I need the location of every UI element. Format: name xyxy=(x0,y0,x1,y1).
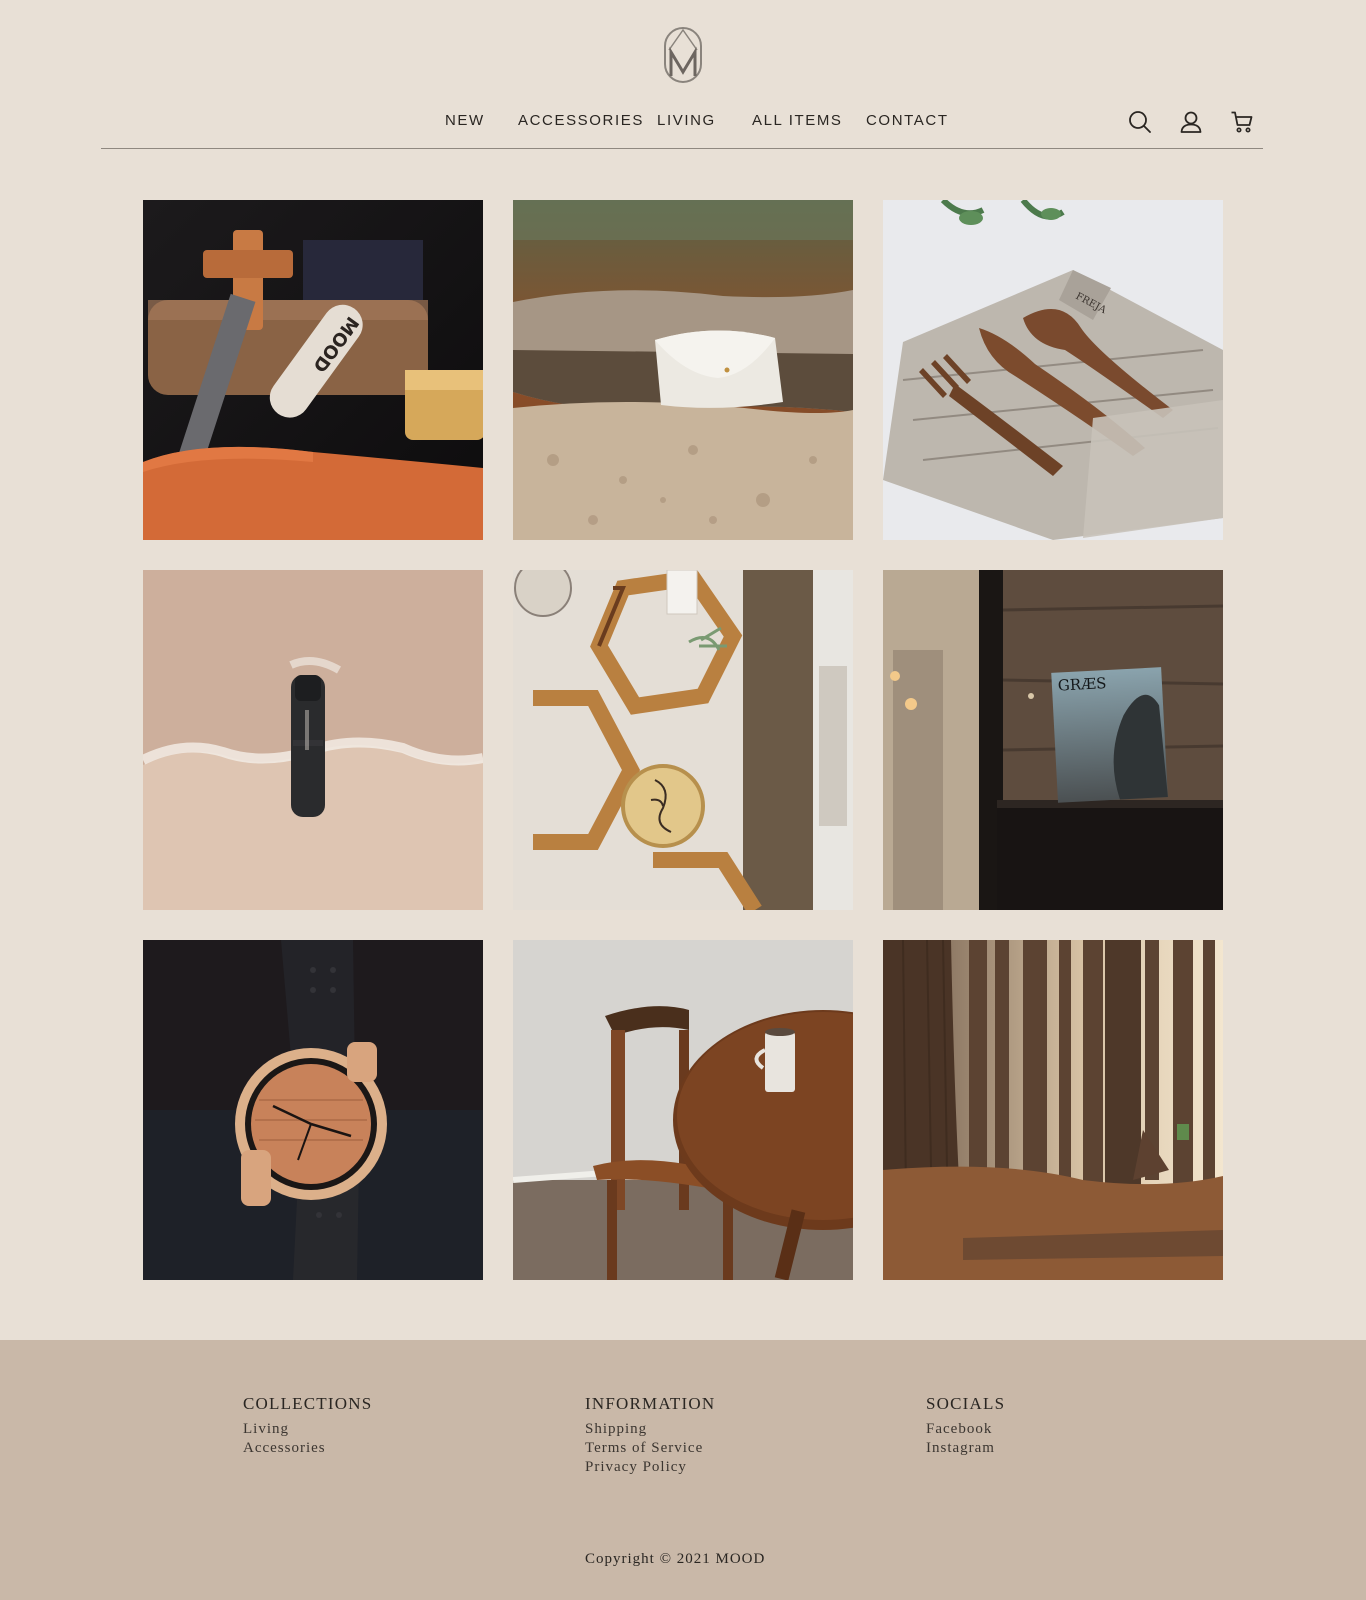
header-divider xyxy=(101,148,1263,149)
product-photo-wooden-cutlery-wrap[interactable]: FREJA xyxy=(883,200,1223,540)
footer-link-accessories[interactable]: Accessories xyxy=(243,1439,372,1458)
site-footer: COLLECTIONS Living Accessories INFORMATI… xyxy=(0,1340,1366,1600)
footer-socials: SOCIALS Facebook Instagram xyxy=(926,1394,1005,1458)
copyright: Copyright © 2021 MOOD xyxy=(585,1551,766,1567)
product-photo-black-bottle-beach[interactable] xyxy=(143,570,483,910)
site-header: NEW ACCESSORIES LIVING ALL ITEMS CONTACT xyxy=(0,0,1366,150)
product-photo-wooden-watch[interactable] xyxy=(143,940,483,1280)
user-icon[interactable] xyxy=(1179,110,1203,134)
product-photo-chair-and-table[interactable] xyxy=(513,940,853,1280)
footer-heading-socials: SOCIALS xyxy=(926,1394,1006,1413)
product-photo-pine-forest[interactable] xyxy=(883,940,1223,1280)
product-photo-mood-tag-pouch[interactable]: MOOD xyxy=(143,200,483,540)
footer-heading-collections: COLLECTIONS xyxy=(243,1394,373,1413)
header-icons xyxy=(0,110,1366,136)
product-gallery: MOOD FREJA GRÆS xyxy=(143,200,1223,1280)
footer-information: INFORMATION Shipping Terms of Service Pr… xyxy=(585,1394,715,1477)
footer-heading-information: INFORMATION xyxy=(585,1394,716,1413)
footer-link-privacy[interactable]: Privacy Policy xyxy=(585,1458,715,1477)
magazine-title: GRÆS xyxy=(1057,674,1106,695)
cart-icon[interactable] xyxy=(1230,110,1254,134)
search-icon[interactable] xyxy=(1128,110,1152,134)
footer-link-instagram[interactable]: Instagram xyxy=(926,1439,1005,1458)
product-photo-hexagon-shelves[interactable] xyxy=(513,570,853,910)
product-photo-graes-magazine[interactable]: GRÆS xyxy=(883,570,1223,910)
footer-link-facebook[interactable]: Facebook xyxy=(926,1420,1005,1439)
monogram-logo-icon[interactable] xyxy=(663,26,703,84)
footer-link-living[interactable]: Living xyxy=(243,1420,372,1439)
footer-collections: COLLECTIONS Living Accessories xyxy=(243,1394,372,1458)
footer-link-shipping[interactable]: Shipping xyxy=(585,1420,715,1439)
footer-link-terms[interactable]: Terms of Service xyxy=(585,1439,715,1458)
product-photo-fur-pouch-on-log[interactable] xyxy=(513,200,853,540)
